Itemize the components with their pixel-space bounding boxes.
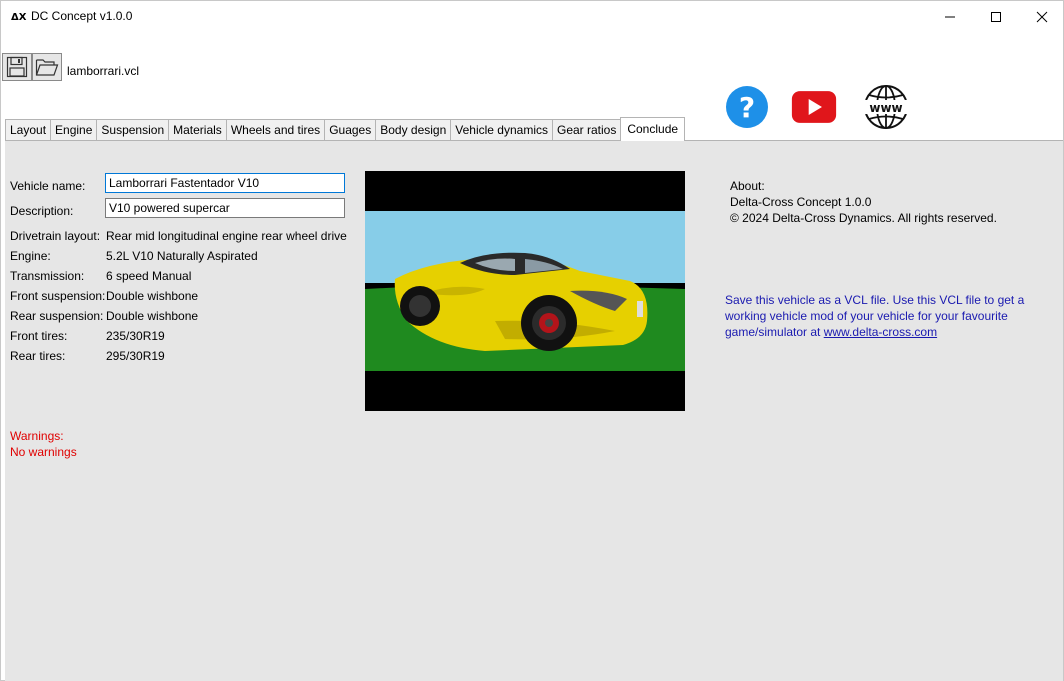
warnings-text: No warnings — [10, 445, 77, 459]
about-title: About: — [730, 179, 765, 193]
window-title: DC Concept v1.0.0 — [31, 9, 133, 23]
engine-label: Engine: — [10, 249, 51, 263]
front-tires-label: Front tires: — [10, 329, 68, 343]
drivetrain-layout-label: Drivetrain layout: — [10, 229, 101, 243]
car-render-image — [365, 171, 685, 411]
description-label: Description: — [10, 204, 74, 218]
warnings-title: Warnings: — [10, 429, 64, 443]
front-suspension-value: Double wishbone — [106, 289, 199, 303]
rear-suspension-value: Double wishbone — [106, 309, 199, 323]
close-icon — [1036, 11, 1048, 22]
tab-materials[interactable]: Materials — [168, 119, 227, 140]
title-bar[interactable]: ΔX DC Concept v1.0.0 — [1, 1, 1063, 32]
about-product: Delta-Cross Concept 1.0.0 — [730, 195, 872, 209]
youtube-button[interactable] — [791, 84, 837, 130]
engine-value: 5.2L V10 Naturally Aspirated — [106, 249, 258, 263]
tab-layout[interactable]: Layout — [5, 119, 52, 140]
svg-text:?: ? — [739, 91, 755, 124]
svg-text:www: www — [869, 101, 902, 115]
minimize-button[interactable] — [927, 1, 973, 32]
conclude-panel: Vehicle name: Description: Drivetrain la… — [5, 140, 1063, 681]
save-info-text: Save this vehicle as a VCL file. Use thi… — [725, 292, 1045, 340]
rear-suspension-label: Rear suspension: — [10, 309, 104, 323]
help-button[interactable]: ? — [724, 84, 770, 130]
floppy-disk-icon — [6, 56, 28, 78]
front-tires-value: 235/30R19 — [106, 329, 165, 343]
vehicle-name-label: Vehicle name: — [10, 179, 86, 193]
app-window: ΔX DC Concept v1.0.0 lamborrari.vcl ? ww… — [0, 0, 1064, 681]
youtube-icon — [791, 91, 837, 123]
app-logo-icon: ΔX — [11, 12, 27, 22]
vehicle-name-input[interactable] — [105, 173, 345, 193]
tab-vehicle-dynamics[interactable]: Vehicle dynamics — [450, 119, 553, 140]
rear-tires-value: 295/30R19 — [106, 349, 165, 363]
delta-cross-website-link[interactable]: www.delta-cross.com — [824, 325, 937, 339]
drivetrain-layout-value: Rear mid longitudinal engine rear wheel … — [106, 229, 347, 243]
close-button[interactable] — [1019, 1, 1064, 32]
website-button[interactable]: www — [863, 84, 909, 130]
transmission-value: 6 speed Manual — [106, 269, 192, 283]
svg-text:ΔX: ΔX — [11, 12, 27, 22]
save-button[interactable] — [2, 53, 32, 81]
description-input[interactable] — [105, 198, 345, 218]
tab-suspension[interactable]: Suspension — [96, 119, 170, 140]
about-copyright: © 2024 Delta-Cross Dynamics. All rights … — [730, 211, 997, 225]
www-globe-icon: www — [864, 85, 908, 129]
tab-strip: Layout Engine Suspension Materials Wheel… — [5, 117, 686, 141]
open-folder-button[interactable] — [32, 53, 62, 81]
maximize-button[interactable] — [973, 1, 1019, 32]
file-name-label: lamborrari.vcl — [67, 64, 140, 78]
vehicle-preview[interactable] — [365, 171, 685, 411]
tab-conclude[interactable]: Conclude — [620, 117, 686, 141]
tab-engine[interactable]: Engine — [50, 119, 98, 140]
transmission-label: Transmission: — [10, 269, 85, 283]
folder-open-icon — [35, 59, 59, 76]
maximize-icon — [991, 11, 1001, 22]
tab-gear-ratios[interactable]: Gear ratios — [551, 119, 622, 140]
rear-tires-label: Rear tires: — [10, 349, 66, 363]
help-question-icon: ? — [726, 86, 768, 128]
tab-wheels-and-tires[interactable]: Wheels and tires — [225, 119, 326, 140]
minimize-icon — [945, 16, 955, 17]
tab-guages[interactable]: Guages — [324, 119, 377, 140]
tab-body-design[interactable]: Body design — [375, 119, 452, 140]
front-suspension-label: Front suspension: — [10, 289, 106, 303]
